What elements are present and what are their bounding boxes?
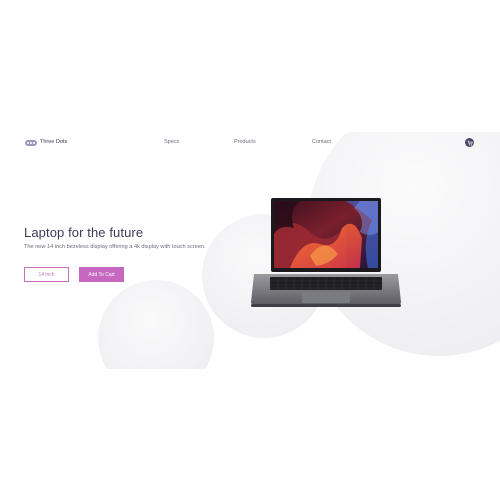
brand-name[interactable]: Three Dots [40, 139, 67, 145]
hero-title: Laptop for the future [24, 225, 144, 240]
hero-section: Three Dots Specs Products Contact Laptop… [0, 132, 500, 369]
hero-subtitle: The new 14 inch bezeless display offerin… [24, 244, 206, 250]
cart-icon [467, 140, 473, 146]
nav-link-contact[interactable]: Contact [312, 139, 331, 145]
decorative-circle-small [98, 280, 214, 369]
add-to-cart-button[interactable]: Add To Cart [79, 267, 124, 282]
laptop-image [251, 198, 401, 307]
logo-dots-icon[interactable] [25, 140, 37, 146]
nav-link-products[interactable]: Products [234, 139, 256, 145]
size-14-inch-button[interactable]: 14 inch [24, 267, 69, 282]
cart-button[interactable] [465, 138, 474, 147]
nav-link-specs[interactable]: Specs [164, 139, 179, 145]
navbar: Three Dots Specs Products Contact [0, 132, 500, 154]
